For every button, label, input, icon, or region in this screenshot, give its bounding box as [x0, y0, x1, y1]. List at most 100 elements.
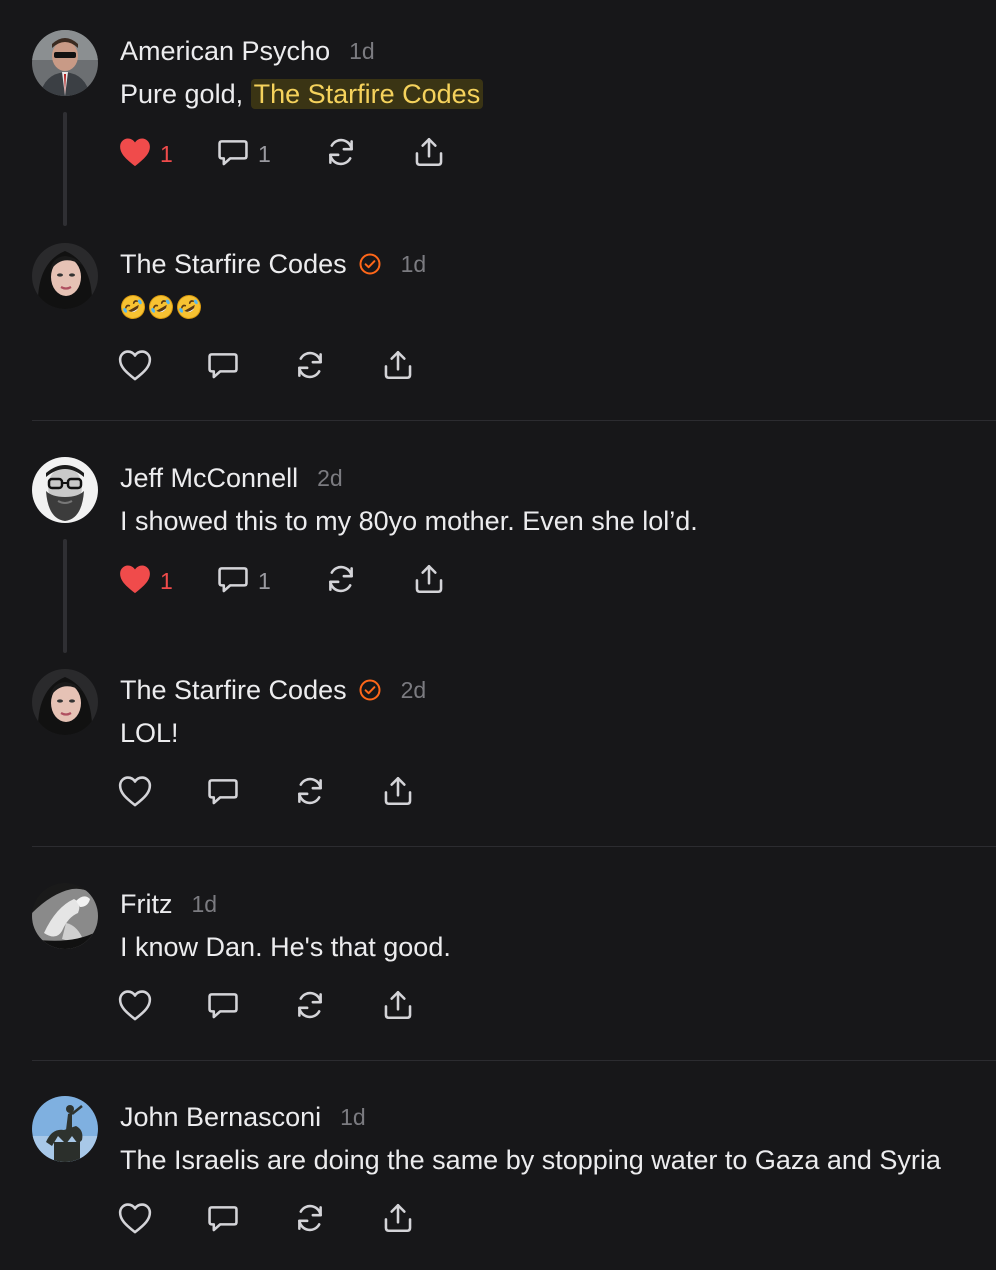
heart-icon — [118, 1202, 152, 1239]
comment-text — [120, 289, 204, 325]
like-count: 1 — [160, 140, 173, 167]
avatar[interactable] — [32, 669, 98, 735]
thread-divider — [32, 1060, 996, 1061]
timestamp[interactable]: 1d — [401, 251, 427, 278]
share-upload-icon — [381, 1201, 415, 1240]
restack-button[interactable] — [324, 563, 358, 599]
speech-bubble-icon — [206, 1201, 240, 1240]
share-upload-icon — [381, 774, 415, 813]
comment-text: Pure gold, The Starfire Codes — [120, 76, 484, 112]
share-button[interactable] — [381, 1202, 415, 1238]
like-count: 1 — [160, 567, 173, 594]
author-name[interactable]: The Starfire Codes — [120, 249, 347, 280]
speech-bubble-icon — [206, 774, 240, 813]
share-upload-icon — [412, 135, 446, 174]
speech-bubble-icon — [216, 135, 250, 174]
comment-item: John Bernasconi 1d The Israelis are doin… — [0, 1096, 996, 1246]
restack-button[interactable] — [324, 136, 358, 172]
comment-item: American Psycho 1d Pure gold, The Starfi… — [0, 30, 996, 226]
restack-arrows-icon — [324, 135, 358, 174]
reply-button[interactable]: 1 — [216, 136, 271, 172]
avatar[interactable] — [32, 457, 98, 523]
restack-button[interactable] — [293, 349, 327, 385]
like-button[interactable]: 1 — [118, 136, 173, 172]
heart-icon — [118, 989, 152, 1026]
timestamp[interactable]: 1d — [349, 38, 375, 65]
timestamp[interactable]: 1d — [191, 891, 217, 918]
comment-item: Fritz 1d I know Dan. He's that good. — [0, 883, 996, 1033]
thread-divider — [32, 846, 996, 847]
comment-text: LOL! — [120, 718, 179, 748]
author-name[interactable]: American Psycho — [120, 36, 330, 67]
comment-header: The Starfire Codes 1d — [120, 246, 426, 282]
author-name[interactable]: Fritz — [120, 889, 172, 920]
reply-button[interactable] — [206, 1202, 240, 1238]
comment-header: Jeff McConnell 2d — [120, 460, 343, 496]
share-button[interactable] — [412, 563, 446, 599]
share-button[interactable] — [381, 775, 415, 811]
comment-text: The Israelis are doing the same by stopp… — [120, 1145, 941, 1175]
comment-header: The Starfire Codes 2d — [120, 672, 426, 708]
thread-divider — [32, 420, 996, 421]
rolling-on-floor-laughing-emoji — [120, 294, 146, 320]
comment-header: John Bernasconi 1d — [120, 1099, 366, 1135]
reply-button[interactable] — [206, 989, 240, 1025]
avatar[interactable] — [32, 883, 98, 949]
speech-bubble-icon — [216, 562, 250, 601]
restack-button[interactable] — [293, 989, 327, 1025]
reply-button[interactable] — [206, 349, 240, 385]
like-button[interactable] — [118, 989, 152, 1025]
thread-line — [63, 112, 67, 226]
author-name[interactable]: Jeff McConnell — [120, 463, 298, 494]
avatar[interactable] — [32, 30, 98, 96]
comment-item: The Starfire Codes 2d LOL! — [0, 669, 996, 819]
timestamp[interactable]: 1d — [340, 1104, 366, 1131]
rolling-on-floor-laughing-emoji — [176, 294, 202, 320]
reply-button[interactable] — [206, 775, 240, 811]
speech-bubble-icon — [206, 348, 240, 387]
emoji-row — [120, 289, 204, 325]
heart-icon — [118, 136, 152, 173]
verified-check-badge-icon — [358, 252, 382, 276]
rolling-on-floor-laughing-emoji — [148, 294, 174, 320]
share-upload-icon — [381, 988, 415, 1027]
author-name[interactable]: John Bernasconi — [120, 1102, 321, 1133]
restack-arrows-icon — [324, 562, 358, 601]
reply-button[interactable]: 1 — [216, 563, 271, 599]
heart-icon — [118, 563, 152, 600]
verified-check-badge-icon — [358, 678, 382, 702]
restack-arrows-icon — [293, 988, 327, 1027]
restack-arrows-icon — [293, 1201, 327, 1240]
share-upload-icon — [381, 348, 415, 387]
mention-link[interactable]: The Starfire Codes — [250, 79, 484, 109]
timestamp[interactable]: 2d — [401, 677, 427, 704]
restack-arrows-icon — [293, 774, 327, 813]
reply-count: 1 — [258, 567, 271, 594]
comment-text-prefix: Pure gold, — [120, 79, 251, 109]
comment-text: I know Dan. He's that good. — [120, 932, 451, 962]
like-button[interactable]: 1 — [118, 563, 173, 599]
heart-icon — [118, 349, 152, 386]
avatar[interactable] — [32, 243, 98, 309]
restack-button[interactable] — [293, 775, 327, 811]
author-name[interactable]: The Starfire Codes — [120, 675, 347, 706]
heart-icon — [118, 775, 152, 812]
reply-count: 1 — [258, 140, 271, 167]
like-button[interactable] — [118, 1202, 152, 1238]
comment-text: I showed this to my 80yo mother. Even sh… — [120, 506, 698, 536]
share-button[interactable] — [381, 349, 415, 385]
speech-bubble-icon — [206, 988, 240, 1027]
share-upload-icon — [412, 562, 446, 601]
comment-item: Jeff McConnell 2d I showed this to my 80… — [0, 457, 996, 653]
like-button[interactable] — [118, 349, 152, 385]
timestamp[interactable]: 2d — [317, 465, 343, 492]
like-button[interactable] — [118, 775, 152, 811]
restack-button[interactable] — [293, 1202, 327, 1238]
comment-item: The Starfire Codes 1d — [0, 243, 996, 393]
comment-header: Fritz 1d — [120, 886, 217, 922]
restack-arrows-icon — [293, 348, 327, 387]
avatar[interactable] — [32, 1096, 98, 1162]
share-button[interactable] — [412, 136, 446, 172]
share-button[interactable] — [381, 989, 415, 1025]
thread-line — [63, 539, 67, 653]
